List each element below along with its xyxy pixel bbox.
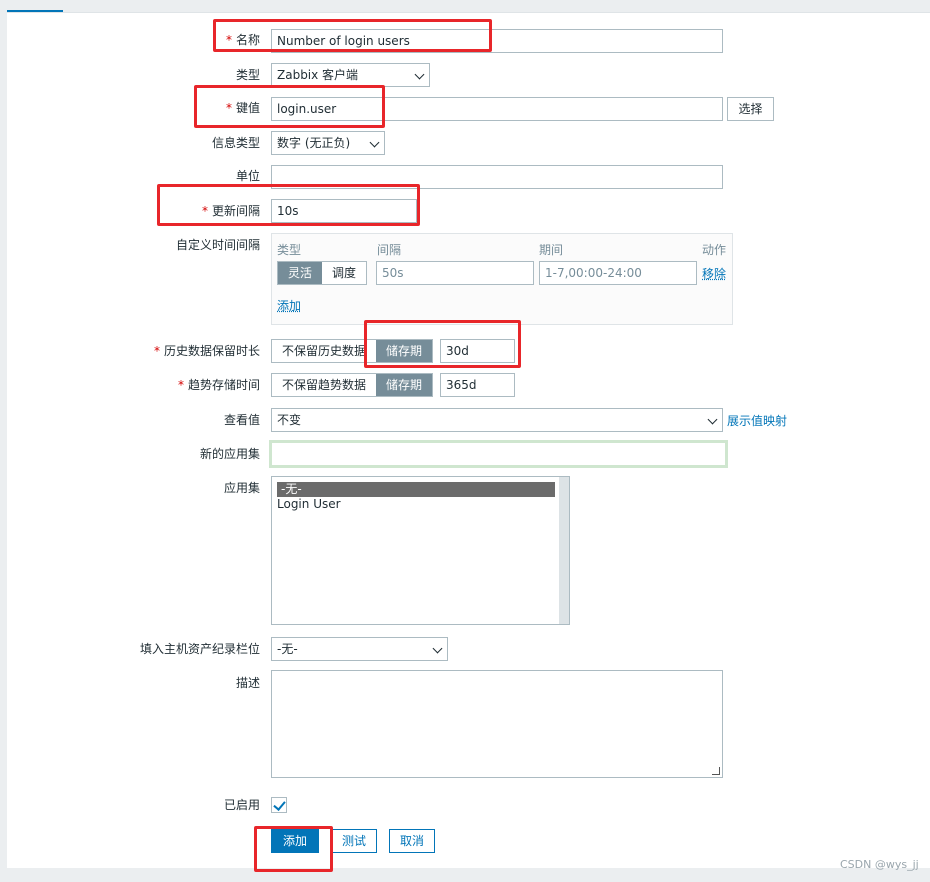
- enabled-checkbox[interactable]: [271, 797, 287, 813]
- chevron-down-icon: [432, 643, 443, 654]
- inventory-label: 填入主机资产纪录栏位: [139, 642, 260, 656]
- inventory-select[interactable]: -无-: [271, 637, 448, 661]
- annotation-box-update-interval: [157, 184, 420, 226]
- key-select-button[interactable]: 选择: [727, 97, 774, 121]
- resize-handle-icon[interactable]: [712, 767, 720, 775]
- info-type-label: 信息类型: [211, 136, 260, 150]
- show-value-label: 查看值: [223, 413, 260, 427]
- chevron-down-icon: [369, 137, 380, 148]
- info-type-select[interactable]: 数字 (无正负): [271, 131, 385, 155]
- custom-interval-input[interactable]: 50s: [376, 261, 534, 285]
- annotation-box-history: [364, 320, 521, 368]
- scheduling-option[interactable]: 调度: [322, 262, 366, 284]
- applications-label: 应用集: [223, 481, 260, 495]
- checkmark-icon: [273, 798, 286, 811]
- history-label: * 历史数据保留时长: [153, 344, 260, 358]
- annotation-box-key: [194, 85, 385, 128]
- custom-intervals-label: 自定义时间间隔: [175, 238, 260, 252]
- history-no-keep-option[interactable]: 不保留历史数据: [272, 340, 376, 362]
- cancel-button[interactable]: 取消: [389, 829, 435, 853]
- units-label: 单位: [235, 169, 260, 183]
- custom-intervals-table: 类型 间隔 期间 动作 灵活 调度 50s 1-7,00:00-24:00 移除…: [271, 233, 733, 325]
- annotation-box-add-button: [254, 826, 333, 872]
- show-value-mapping-link[interactable]: 展示值映射: [727, 412, 787, 429]
- new-app-input[interactable]: [269, 440, 728, 468]
- trends-label: * 趋势存储时间: [177, 378, 260, 392]
- type-label: 类型: [235, 68, 260, 82]
- list-item[interactable]: Login User: [273, 497, 569, 512]
- chevron-down-icon: [414, 69, 425, 80]
- type-select[interactable]: Zabbix 客户端: [271, 63, 430, 87]
- trends-keep-option[interactable]: 储存期: [376, 374, 433, 396]
- col-header-interval: 间隔: [377, 243, 402, 257]
- applications-listbox[interactable]: -无- Login User: [271, 476, 570, 625]
- custom-period-input[interactable]: 1-7,00:00-24:00: [539, 261, 697, 285]
- trends-mode-toggle: 不保留趋势数据 储存期: [271, 373, 434, 397]
- annotation-box-name: [213, 19, 492, 52]
- col-header-action: 动作: [702, 243, 727, 257]
- add-interval-link[interactable]: 添加: [277, 297, 301, 314]
- col-header-period: 期间: [539, 243, 564, 257]
- enabled-label: 已启用: [223, 798, 260, 812]
- flexible-option[interactable]: 灵活: [278, 262, 323, 284]
- trends-input[interactable]: 365d: [440, 373, 515, 397]
- chevron-down-icon: [707, 414, 718, 425]
- show-value-select[interactable]: 不变: [271, 408, 723, 432]
- description-textarea[interactable]: [271, 670, 723, 778]
- listbox-scrollbar[interactable]: [559, 477, 569, 624]
- watermark: CSDN @wys_jj: [840, 858, 919, 871]
- trends-no-keep-option[interactable]: 不保留趋势数据: [272, 374, 376, 396]
- new-app-label: 新的应用集: [199, 447, 260, 461]
- remove-interval-link[interactable]: 移除: [702, 265, 726, 282]
- test-button[interactable]: 测试: [331, 829, 377, 853]
- interval-type-toggle: 灵活 调度: [277, 261, 368, 285]
- list-item[interactable]: -无-: [277, 482, 555, 497]
- col-header-type: 类型: [277, 243, 302, 257]
- description-label: 描述: [235, 676, 260, 690]
